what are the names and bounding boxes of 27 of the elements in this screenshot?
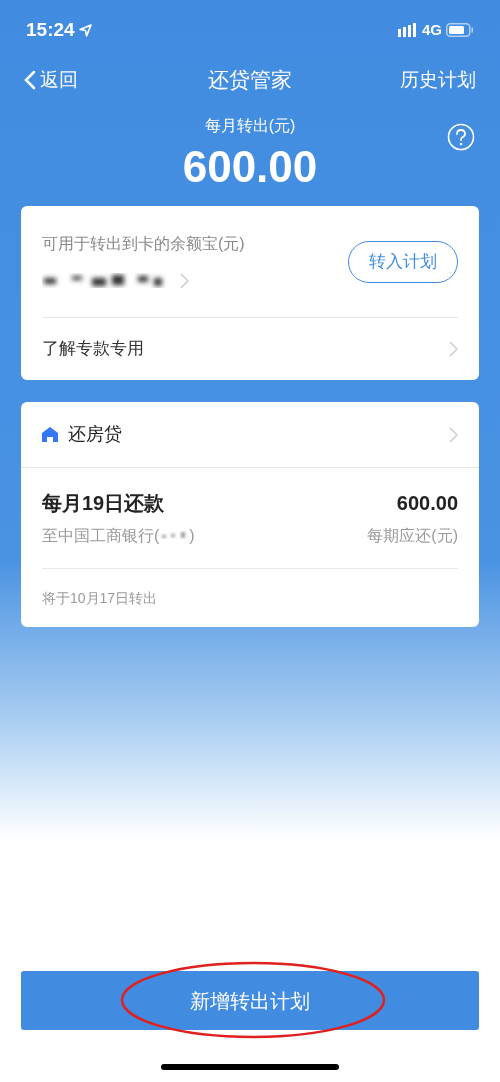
back-button[interactable]: 返回	[24, 65, 78, 95]
history-plan-link[interactable]: 历史计划	[400, 65, 476, 95]
plan-header-row[interactable]: 还房贷	[21, 402, 479, 468]
bank-paren: )	[189, 526, 195, 546]
installment-label: 每期应还(元)	[367, 526, 458, 546]
monthly-transfer-label: 每月转出(元)	[204, 116, 296, 136]
due-date: 每月19日还款	[42, 491, 166, 516]
learn-more-label: 了解专款专用	[42, 338, 144, 361]
status-time: 15:24	[26, 17, 75, 42]
back-icon	[24, 70, 36, 90]
monthly-transfer-amount: 600.00	[182, 141, 318, 193]
installment-amount: 600.00	[396, 491, 458, 516]
battery-icon	[446, 23, 474, 37]
location-icon	[78, 23, 92, 37]
balance-label: 可用于转出到卡的余额宝(元)	[42, 233, 245, 254]
house-icon	[42, 427, 58, 442]
plan-title: 还房贷	[68, 423, 122, 446]
chevron-right-icon	[449, 341, 458, 357]
chevron-right-icon	[449, 426, 458, 443]
help-icon[interactable]	[447, 123, 475, 151]
learn-more-row[interactable]: 了解专款专用	[42, 318, 458, 380]
network-label: 4G	[422, 19, 442, 40]
transfer-note: 将于10月17日转出	[42, 588, 158, 608]
signal-icon	[398, 23, 418, 37]
page-title: 还贷管家	[208, 67, 292, 94]
bank-name: 至中国工商银行(	[42, 526, 160, 546]
add-transfer-plan-button[interactable]: 新增转出计划	[21, 971, 479, 1030]
